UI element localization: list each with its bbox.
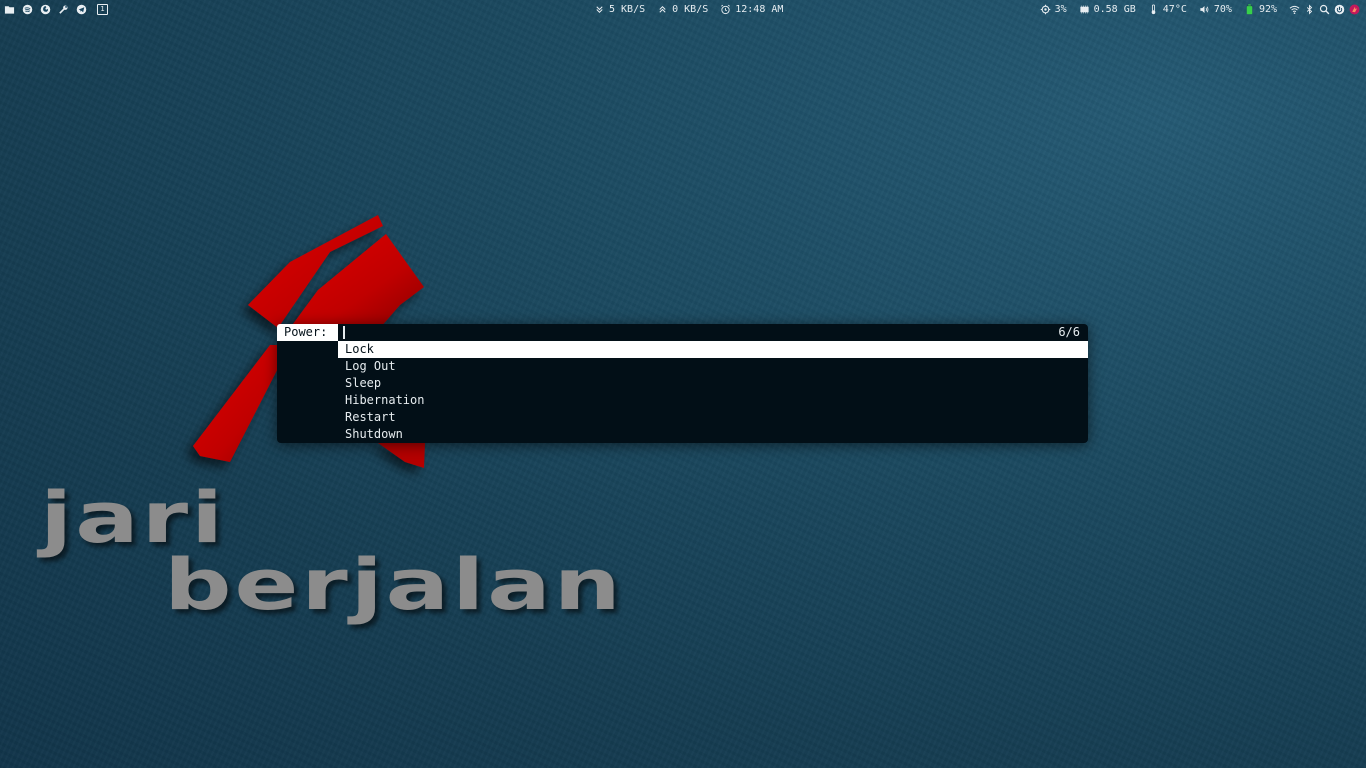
app-icon[interactable] xyxy=(1349,4,1360,15)
menu-input-cursor[interactable] xyxy=(343,326,345,339)
clock[interactable]: 12:48 AM xyxy=(735,0,783,19)
menu-item-restart[interactable]: Restart xyxy=(338,409,1088,426)
search-icon[interactable] xyxy=(1319,4,1330,15)
telegram-icon[interactable] xyxy=(76,4,87,15)
logo-tail-stroke xyxy=(378,443,425,468)
tools-icon[interactable] xyxy=(58,4,69,15)
volume-level[interactable]: 70% xyxy=(1214,0,1232,19)
workspace-indicator[interactable]: 1 xyxy=(97,4,108,15)
wifi-icon[interactable] xyxy=(1289,4,1300,15)
menu-item-hibernation[interactable]: Hibernation xyxy=(338,392,1088,409)
topbar-launchers: 1 xyxy=(4,0,108,19)
menu-item-log-out[interactable]: Log Out xyxy=(338,358,1088,375)
spotify-icon[interactable] xyxy=(22,4,33,15)
menu-item-sleep[interactable]: Sleep xyxy=(338,375,1088,392)
memory-icon xyxy=(1079,4,1090,15)
top-bar: 1 5 KB/S 0 KB/S 12:48 AM 3% 0.58 GB 47°C xyxy=(0,0,1366,19)
net-upload-speed: 0 KB/S xyxy=(672,4,709,15)
menu-item-list: Lock Log Out Sleep Hibernation Restart S… xyxy=(338,341,1088,443)
firefox-icon[interactable] xyxy=(40,4,51,15)
cpu-icon xyxy=(1040,4,1051,15)
menu-item-lock[interactable]: Lock xyxy=(338,341,1088,358)
alarm-clock-icon xyxy=(720,4,731,15)
temperature: 47°C xyxy=(1162,4,1187,15)
memory-usage: 0.58 GB xyxy=(1093,4,1136,15)
net-download-speed: 5 KB/S xyxy=(609,4,646,15)
topbar-status-right: 3% 0.58 GB 47°C 70% 92% xyxy=(1040,0,1360,19)
battery-level: 92% xyxy=(1258,4,1277,15)
wallpaper-text-line2: berjalan xyxy=(164,544,624,626)
folder-icon[interactable] xyxy=(4,4,15,15)
upload-arrow-icon xyxy=(657,4,668,15)
topbar-status-center: 5 KB/S 0 KB/S 12:48 AM xyxy=(594,0,783,19)
logo-lower-stroke xyxy=(193,345,290,462)
menu-item-count: 6/6 xyxy=(1058,325,1080,339)
volume-icon[interactable] xyxy=(1199,4,1210,15)
menu-item-shutdown[interactable]: Shutdown xyxy=(338,426,1088,443)
download-arrow-icon xyxy=(594,4,605,15)
thermometer-icon xyxy=(1148,4,1159,15)
cpu-usage: 3% xyxy=(1054,4,1067,15)
menu-prompt: Power: xyxy=(277,324,338,341)
power-menu: Power: 6/6 Lock Log Out Sleep Hibernatio… xyxy=(277,324,1088,443)
power-icon[interactable] xyxy=(1334,4,1345,15)
bluetooth-icon[interactable] xyxy=(1304,4,1315,15)
battery-icon xyxy=(1244,4,1255,15)
